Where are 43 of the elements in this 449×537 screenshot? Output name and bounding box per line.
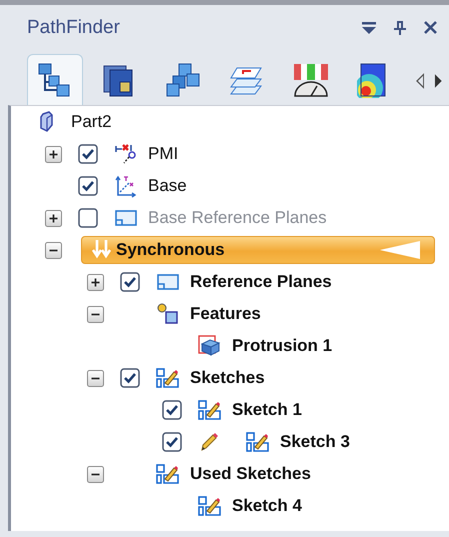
tree-item[interactable]: PMI bbox=[148, 144, 178, 164]
expander-button[interactable] bbox=[45, 146, 62, 162]
expander-button[interactable] bbox=[87, 306, 104, 322]
expander-button[interactable] bbox=[87, 274, 104, 290]
triangle-icon bbox=[380, 241, 420, 259]
close-icon[interactable] bbox=[424, 21, 437, 34]
tree-item[interactable]: Sketches bbox=[190, 368, 265, 388]
sketch-icon bbox=[156, 366, 180, 390]
tree-item[interactable]: Protrusion 1 bbox=[232, 336, 332, 356]
checkbox[interactable] bbox=[120, 368, 140, 388]
sketch-icon bbox=[246, 430, 270, 454]
expander-button[interactable] bbox=[45, 242, 62, 258]
gauge-icon bbox=[293, 62, 330, 98]
sketch-icon bbox=[198, 494, 222, 518]
dropdown-icon[interactable] bbox=[362, 22, 376, 34]
sketch-icon bbox=[156, 462, 180, 486]
checkbox[interactable] bbox=[162, 400, 182, 420]
checkbox[interactable] bbox=[120, 272, 140, 292]
pin-icon[interactable] bbox=[394, 20, 406, 34]
panel-title: PathFinder bbox=[27, 16, 120, 38]
checkbox[interactable] bbox=[78, 176, 98, 196]
tree-item[interactable]: Used Sketches bbox=[190, 464, 311, 484]
block-icon bbox=[198, 334, 222, 358]
expander-button[interactable] bbox=[87, 466, 104, 482]
sketch-icon bbox=[198, 398, 222, 422]
tree-item[interactable]: Base bbox=[148, 176, 187, 196]
tree-item[interactable]: Sketch 3 bbox=[280, 432, 350, 452]
tree-item[interactable]: Reference Planes bbox=[190, 272, 332, 292]
checkbox[interactable] bbox=[162, 432, 182, 452]
features-icon bbox=[156, 302, 180, 326]
tab[interactable] bbox=[27, 54, 83, 105]
checkbox[interactable] bbox=[78, 144, 98, 164]
scroll-left-icon[interactable] bbox=[416, 73, 424, 89]
tree-item-highlight[interactable]: Synchronous bbox=[81, 236, 435, 264]
dimension-icon bbox=[114, 142, 138, 166]
tree-item[interactable]: Part2 bbox=[71, 112, 112, 132]
tree-item[interactable]: Sketch 1 bbox=[232, 400, 302, 420]
tree-item[interactable]: Features bbox=[190, 304, 261, 324]
expander-button[interactable] bbox=[87, 370, 104, 386]
assembly-icon bbox=[165, 62, 202, 98]
tree-item[interactable]: Sketch 4 bbox=[232, 496, 302, 516]
scroll-right-icon[interactable] bbox=[434, 73, 443, 89]
axes-icon bbox=[114, 174, 138, 198]
